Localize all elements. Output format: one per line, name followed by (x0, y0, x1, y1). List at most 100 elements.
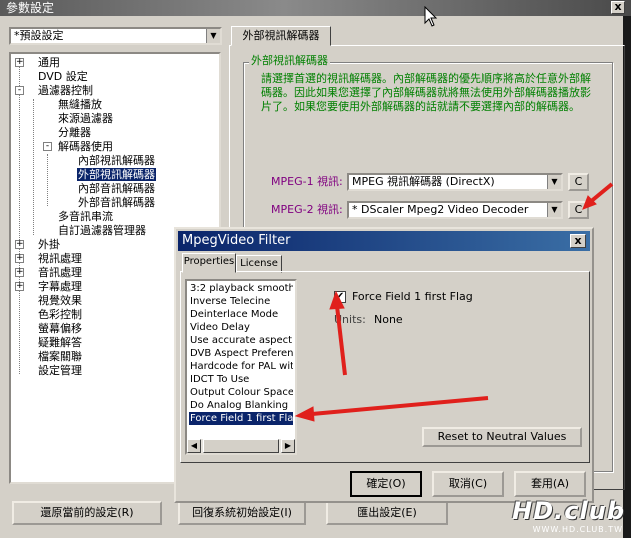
units-label: Units: (334, 313, 366, 326)
scroll-left-icon[interactable]: ◀ (187, 439, 201, 453)
dialog-title: MpegVideo Filter (182, 233, 291, 248)
tree-item-label: 無縫播放 (58, 98, 102, 111)
tree-item-settings-manager[interactable]: 設定管理 (38, 364, 82, 377)
tab-label: 外部視訊解碼器 (242, 29, 320, 42)
mpeg1-config-button[interactable]: C (568, 173, 589, 191)
tree-item-dvd[interactable]: DVD 設定 (38, 70, 88, 83)
collapse-icon[interactable]: - (15, 86, 24, 95)
list-item[interactable]: Output Colour Space (189, 386, 293, 399)
option-list[interactable]: 3:2 playback smoothing Inverse Telecine … (185, 279, 297, 455)
tree-item-label: 疑難解答 (38, 336, 82, 349)
tree-item-label: 分離器 (58, 126, 91, 139)
list-item[interactable]: Hardcode for PAL with (189, 360, 293, 373)
tree-item-filter-control[interactable]: - 過濾器控制 (15, 84, 93, 97)
window-title-bar: 參數設定 (0, 0, 631, 16)
tree-item-label: 自訂過濾器管理器 (58, 224, 146, 237)
mpegvideo-filter-dialog: MpegVideo Filter x Properties License 3:… (174, 227, 594, 503)
description-text: 請選擇首選的視訊解碼器。內部解碼器的優先順序將高於任意外部解碼器。因此如果您選擇… (261, 72, 591, 113)
expand-icon[interactable]: + (15, 58, 24, 67)
force-field-checkbox[interactable]: ✔ (334, 291, 346, 303)
tree-item-label: 內部視訊解碼器 (78, 154, 155, 167)
scroll-right-icon[interactable]: ▶ (281, 439, 295, 453)
arrow-cursor-icon (424, 5, 438, 33)
tree-item-label: 音訊處理 (38, 266, 82, 279)
close-icon: x (574, 234, 582, 247)
mpeg2-config-button[interactable]: C (568, 201, 589, 219)
tree-item-label: 過濾器控制 (38, 84, 93, 97)
tree-item-decoder-usage[interactable]: - 解碼器使用 (43, 140, 113, 153)
mpeg1-label: MPEG-1 視訊: (271, 175, 343, 188)
chevron-down-icon[interactable]: ▼ (547, 175, 561, 189)
tree-item-external-audio[interactable]: 外部音訊解碼器 (78, 196, 155, 209)
expand-icon[interactable]: + (15, 254, 24, 263)
tree-item-internal-audio[interactable]: 內部音訊解碼器 (78, 182, 155, 195)
tree-item-internal-video[interactable]: 內部視訊解碼器 (78, 154, 155, 167)
tree-item-video-processing[interactable]: + 視訊處理 (15, 252, 82, 265)
tab-external-video-decoder[interactable]: 外部視訊解碼器 (231, 26, 331, 46)
tree-item-source-filter[interactable]: 來源過濾器 (58, 112, 113, 125)
expand-icon[interactable]: + (15, 282, 24, 291)
collapse-icon[interactable]: - (43, 142, 52, 151)
units-value: None (374, 313, 403, 326)
tree-item-visual-effects[interactable]: 視覺效果 (38, 294, 82, 307)
tree-item-screen-offset[interactable]: 螢幕偏移 (38, 322, 82, 335)
tree-item-label: DVD 設定 (38, 70, 88, 83)
list-item[interactable]: Deinterlace Mode (189, 308, 293, 321)
tree-item-general[interactable]: + 通用 (15, 56, 60, 69)
horizontal-scrollbar[interactable]: ◀ ▶ (187, 439, 295, 453)
tree-item-label: 設定管理 (38, 364, 82, 377)
window-close-button[interactable]: x (611, 1, 625, 14)
tree-item-label: 通用 (38, 56, 60, 69)
preset-value: *預設設定 (14, 29, 64, 42)
tree-item-label: 檔案關聯 (38, 350, 82, 363)
list-item[interactable]: Use accurate aspect ratio (189, 334, 293, 347)
expand-icon[interactable]: + (15, 268, 24, 277)
tree-item-color-control[interactable]: 色彩控制 (38, 308, 82, 321)
export-settings-button[interactable]: 匯出設定(E) (326, 501, 448, 525)
mpeg2-decoder-select[interactable]: * DScaler Mpeg2 Video Decoder ▼ (347, 201, 563, 219)
mpeg2-label: MPEG-2 視訊: (271, 203, 343, 216)
tree-item-custom-filter[interactable]: 自訂過濾器管理器 (58, 224, 146, 237)
reset-neutral-button[interactable]: Reset to Neutral Values (422, 427, 582, 447)
preset-select[interactable]: *預設設定 ▼ (9, 27, 222, 45)
list-item[interactable]: IDCT To Use (189, 373, 293, 386)
tree-item-label: 解碼器使用 (58, 140, 113, 153)
list-item[interactable]: Inverse Telecine (189, 295, 293, 308)
chevron-down-icon[interactable]: ▼ (206, 29, 220, 43)
tab-properties[interactable]: Properties (182, 253, 236, 273)
chevron-down-icon[interactable]: ▼ (547, 203, 561, 217)
tree-item-label: 螢幕偏移 (38, 322, 82, 335)
dialog-close-button[interactable]: x (570, 234, 586, 248)
watermark-logo: HD.club WWW.HD.CLUB.TW (477, 494, 627, 534)
tree-item-subtitle-processing[interactable]: + 字幕處理 (15, 280, 82, 293)
tree-line (19, 62, 20, 374)
expand-icon[interactable]: + (15, 240, 24, 249)
ok-button[interactable]: 確定(O) (350, 471, 422, 497)
tree-item-troubleshooting[interactable]: 疑難解答 (38, 336, 82, 349)
tree-item-label: 視訊處理 (38, 252, 82, 265)
checkbox-label: Force Field 1 first Flag (352, 290, 473, 303)
tree-item-label: 外掛 (38, 238, 60, 251)
mpeg1-value: MPEG 視訊解碼器 (DirectX) (352, 175, 495, 188)
list-item[interactable]: DVB Aspect Preferences (189, 347, 293, 360)
scroll-thumb[interactable] (203, 439, 279, 453)
list-item[interactable]: Video Delay (189, 321, 293, 334)
restore-settings-button[interactable]: 還原當前的設定(R) (12, 501, 162, 525)
list-item[interactable]: 3:2 playback smoothing (189, 282, 293, 295)
tree-item-plugins[interactable]: + 外掛 (15, 238, 60, 251)
tree-item-file-association[interactable]: 檔案關聯 (38, 350, 82, 363)
list-item[interactable]: Do Analog Blanking (189, 399, 293, 412)
mpeg2-value: * DScaler Mpeg2 Video Decoder (352, 203, 529, 216)
tree-item-multi-audio[interactable]: 多音訊串流 (58, 210, 113, 223)
mpeg1-decoder-select[interactable]: MPEG 視訊解碼器 (DirectX) ▼ (347, 173, 563, 191)
close-icon: x (614, 0, 622, 13)
reset-defaults-button[interactable]: 回復系統初始設定(I) (178, 501, 306, 525)
list-item-selected[interactable]: Force Field 1 first Flag (189, 412, 293, 425)
dialog-title-bar: MpegVideo Filter x (178, 231, 590, 251)
tree-item-audio-processing[interactable]: + 音訊處理 (15, 266, 82, 279)
watermark-text: HD.club (512, 497, 625, 525)
tree-item-label: 字幕處理 (38, 280, 82, 293)
tree-item-external-video[interactable]: 外部視訊解碼器 (77, 168, 156, 181)
tree-item-splitter[interactable]: 分離器 (58, 126, 91, 139)
tree-item-seamless[interactable]: 無縫播放 (58, 98, 102, 111)
